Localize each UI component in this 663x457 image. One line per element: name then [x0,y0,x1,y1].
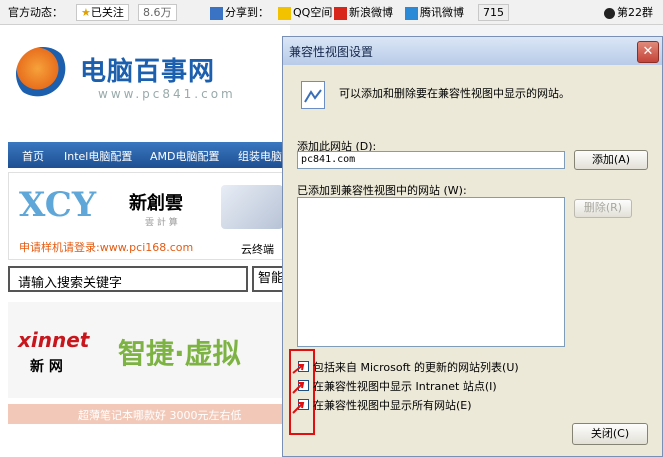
broken-page-icon [301,81,325,109]
star-icon: ★ [81,6,91,19]
site-search-placeholder: 请输入搜索关键字 [18,276,123,291]
qq-group-link[interactable]: 第22群 [604,4,653,20]
qq-zone-label: QQ空间 [293,6,333,19]
ad-banner-xinnet[interactable]: xinnet 新 网 智捷·虚拟 [8,302,290,398]
nav-item-assembly[interactable]: 组装电脑 [238,148,282,164]
share-label-wrap: 分享到： [210,4,269,20]
option-all-sites-label[interactable]: 在兼容性视图中显示所有网站(E) [313,397,472,413]
top-bar: 官方动态： ★已关注 8.6万 分享到： QQ空间 新浪微博 腾讯微博 715 … [0,0,663,25]
article-banner[interactable]: 超薄笔记本哪款好 3000元左右低 [8,404,290,424]
site-logo-icon[interactable] [16,47,70,101]
tencent-weibo-icon [405,6,418,20]
option-intranet-label[interactable]: 在兼容性视图中显示 Intranet 站点(I) [313,378,497,394]
xinnet-slogan: 智捷·虚拟 [118,337,241,370]
xcy-sub: 雲 計 算 [145,218,178,228]
dialog-titlebar[interactable]: 兼容性视图设置 ✕ [283,37,662,65]
xinnet-cn: 新 网 [30,359,63,375]
tencent-weibo-link[interactable]: 腾讯微博 [405,4,464,20]
dialog-description: 可以添加和删除要在兼容性视图中显示的网站。 [339,87,570,100]
share-label: 分享到： [225,6,269,19]
site-search: 请输入搜索关键字 智能 [8,266,290,296]
red-arrow-icon [292,364,305,414]
nav-item-home[interactable]: 首页 [22,148,44,164]
article-banner-text: 超薄笔记本哪款好 3000元左右低 [78,409,242,422]
xcy-brand: 新創雲 [129,193,183,214]
qq-zone-icon [278,6,291,20]
nav-item-intel[interactable]: Intel电脑配置 [64,148,132,164]
xcy-side-text: 云终端 [241,243,274,256]
site-logo-text[interactable]: 电脑百事网 [80,51,215,88]
site-list[interactable] [297,197,565,347]
site-nav: 首页 Intel电脑配置 AMD电脑配置 组装电脑 [8,142,290,168]
share-icon [210,6,223,20]
dialog-title: 兼容性视图设置 [289,45,374,59]
sina-weibo-link[interactable]: 新浪微博 [334,4,393,20]
penguin-icon [604,7,615,19]
sina-weibo-label: 新浪微博 [349,6,393,19]
follow-label: 已关注 [90,6,124,19]
xcy-apply-text: 申请样机请登录:www.pci168.com [19,241,194,254]
tencent-count: 715 [478,4,509,21]
sina-weibo-icon [334,6,347,20]
ad-banner-xcy[interactable]: XCY 新創雲 雲 計 算 申请样机请登录:www.pci168.com 云终端 [8,172,292,260]
close-icon[interactable]: ✕ [637,41,659,63]
site-list-label: 已添加到兼容性视图中的网站 (W): [297,184,467,197]
follow-count: 8.6万 [138,4,177,21]
option-ms-list-label[interactable]: 包括来自 Microsoft 的更新的网站列表(U) [313,359,519,375]
xcy-logo-icon: XCY [19,185,97,225]
xinnet-logo: xinnet [18,328,90,352]
compatibility-view-dialog: 兼容性视图设置 ✕ 可以添加和删除要在兼容性视图中显示的网站。 添加此网站 (D… [282,36,663,457]
official-label: 官方动态： [8,6,63,19]
tencent-weibo-label: 腾讯微博 [420,6,464,19]
close-button[interactable]: 关闭(C) [572,423,648,445]
qq-group-label: 第22群 [617,6,653,19]
device-image [221,185,283,229]
add-site-value: pc841.com [301,154,356,165]
remove-button[interactable]: 删除(R) [574,199,632,218]
add-button[interactable]: 添加(A) [574,150,648,170]
qq-zone-link[interactable]: QQ空间 [278,4,332,20]
follow-button[interactable]: ★已关注 [76,4,129,21]
site-search-input[interactable]: 请输入搜索关键字 [8,266,248,292]
site-logo-url: www.pc841.com [98,87,236,101]
nav-item-amd[interactable]: AMD电脑配置 [150,148,220,164]
add-site-input[interactable]: pc841.com [297,151,565,169]
